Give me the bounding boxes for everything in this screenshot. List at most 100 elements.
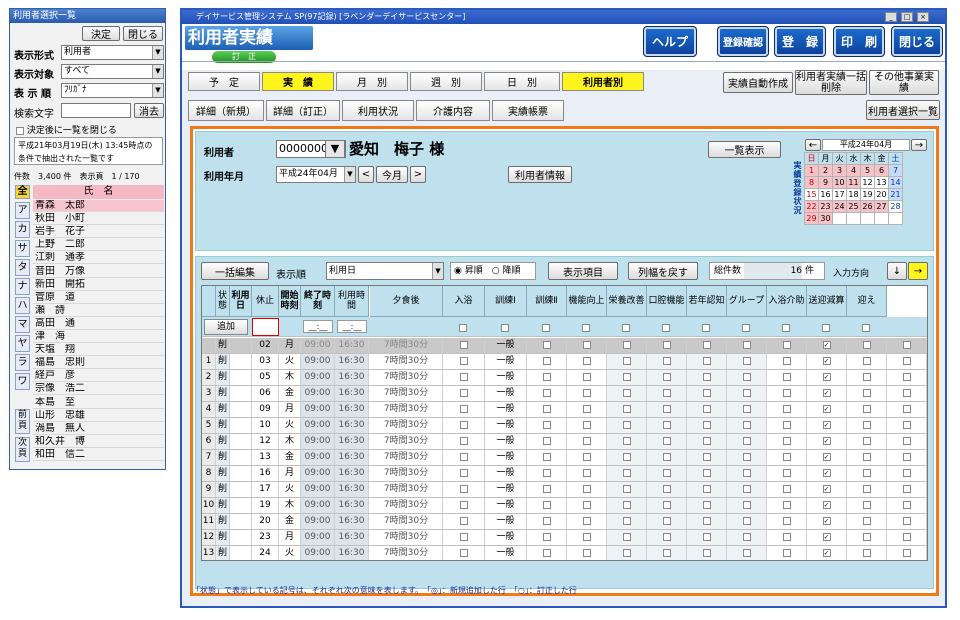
bath-select[interactable]: 一般	[485, 354, 527, 369]
checkbox[interactable]	[887, 338, 927, 353]
calendar-day[interactable]: 1	[804, 164, 819, 177]
checkbox[interactable]	[567, 386, 607, 401]
checkbox[interactable]	[887, 450, 927, 465]
calendar-day[interactable]: 15	[804, 188, 819, 201]
checkbox[interactable]	[647, 434, 687, 449]
checkbox[interactable]	[687, 338, 727, 353]
tab-primary[interactable]: 月 別	[336, 72, 408, 91]
kana-button[interactable]: ワ	[15, 373, 30, 390]
display-items-button[interactable]: 表示項目	[548, 262, 618, 280]
checkbox[interactable]: ✓	[807, 434, 847, 449]
bath-select[interactable]: 一般	[485, 418, 527, 433]
checkbox[interactable]	[767, 530, 807, 545]
table-row[interactable]: 13 削 24 火 09:00 16:30 7時間30分 一般 ✓	[202, 546, 927, 560]
checkbox[interactable]	[607, 466, 647, 481]
tab-secondary[interactable]: 利用状況	[342, 100, 414, 121]
checkbox[interactable]	[727, 450, 767, 465]
checkbox[interactable]	[687, 546, 727, 560]
checkbox[interactable]	[647, 498, 687, 513]
checkbox[interactable]	[527, 354, 567, 369]
checkbox[interactable]	[607, 482, 647, 497]
checkbox[interactable]	[527, 466, 567, 481]
calendar-day[interactable]: 7	[888, 164, 903, 177]
checkbox[interactable]	[527, 370, 567, 385]
this-month-button[interactable]: 今月	[376, 166, 408, 183]
next-page-button[interactable]: 次頁	[15, 437, 30, 462]
close-button[interactable]: 閉じる	[891, 26, 943, 57]
checkbox[interactable]	[567, 418, 607, 433]
checkbox[interactable]	[567, 530, 607, 545]
delete-button[interactable]: 削	[216, 402, 230, 417]
checkbox[interactable]	[607, 354, 647, 369]
tab-secondary[interactable]: 実績帳票	[492, 100, 564, 121]
checkbox[interactable]	[767, 434, 807, 449]
calendar-day[interactable]: 27	[874, 200, 889, 213]
checkbox[interactable]	[622, 323, 630, 334]
table-row[interactable]: 2 削 05 木 09:00 16:30 7時間30分 一般 ✓	[202, 370, 927, 386]
kana-button[interactable]: タ	[15, 259, 30, 276]
list-item[interactable]: 青森 太郎	[33, 200, 164, 212]
tab-primary[interactable]: 日 別	[484, 72, 560, 91]
checkbox[interactable]: ✓	[807, 530, 847, 545]
checkbox[interactable]	[443, 354, 485, 369]
list-item[interactable]: 和田 信二	[33, 449, 164, 461]
checkbox[interactable]	[847, 386, 887, 401]
checkbox[interactable]	[527, 386, 567, 401]
calendar-next-icon[interactable]: →	[911, 139, 927, 151]
time-input[interactable]: __:__	[303, 320, 333, 333]
ym-select[interactable]: 平成24年04月 ▼	[276, 166, 356, 183]
prev-page-button[interactable]: 前頁	[15, 409, 30, 434]
calendar-day[interactable]: 5	[860, 164, 875, 177]
checkbox[interactable]	[727, 370, 767, 385]
checkbox[interactable]	[443, 418, 485, 433]
tab-secondary[interactable]: 介護内容	[416, 100, 490, 121]
checkbox[interactable]	[647, 354, 687, 369]
tab-primary[interactable]: 予 定	[188, 72, 260, 91]
checkbox[interactable]	[767, 514, 807, 529]
checkbox[interactable]	[567, 482, 607, 497]
checkbox[interactable]: ✓	[807, 354, 847, 369]
calendar-day[interactable]	[832, 212, 847, 225]
calendar-day[interactable]	[860, 212, 875, 225]
minimize-icon[interactable]: _	[885, 12, 897, 22]
table-row[interactable]: 1 削 03 火 09:00 16:30 7時間30分 一般 ✓	[202, 354, 927, 370]
checkbox[interactable]	[742, 323, 750, 334]
tab-secondary[interactable]: 詳細（新規）	[188, 100, 264, 121]
user-info-button[interactable]: 利用者情報	[508, 166, 572, 183]
checkbox[interactable]	[687, 402, 727, 417]
checkbox[interactable]	[847, 354, 887, 369]
checkbox[interactable]	[767, 482, 807, 497]
checkbox[interactable]	[727, 338, 767, 353]
checkbox[interactable]	[607, 450, 647, 465]
checkbox[interactable]	[687, 514, 727, 529]
delete-button[interactable]: 削	[216, 434, 230, 449]
checkbox[interactable]	[647, 546, 687, 560]
calendar-day[interactable]: 23	[818, 200, 833, 213]
checkbox[interactable]	[687, 530, 727, 545]
checkbox[interactable]	[727, 546, 767, 560]
delete-button[interactable]: 削	[216, 418, 230, 433]
add-button[interactable]: 追加	[204, 319, 248, 335]
checkbox[interactable]	[567, 434, 607, 449]
checkbox[interactable]	[687, 466, 727, 481]
checkbox[interactable]	[782, 323, 790, 334]
checkbox[interactable]	[687, 434, 727, 449]
checkbox[interactable]	[822, 323, 830, 334]
checkbox[interactable]	[567, 338, 607, 353]
checkbox[interactable]	[607, 370, 647, 385]
checkbox[interactable]	[687, 482, 727, 497]
checkbox[interactable]	[527, 418, 567, 433]
list-item[interactable]: 菅原 道	[33, 292, 164, 304]
checkbox[interactable]	[607, 546, 647, 560]
list-item[interactable]: 山形 忠雄	[33, 410, 164, 422]
bath-select[interactable]: 一般	[485, 450, 527, 465]
other-business-button[interactable]: その他事業実績	[869, 70, 939, 95]
calendar-day[interactable]: 20	[874, 188, 889, 201]
bath-select[interactable]: 一般	[485, 386, 527, 401]
desc-radio[interactable]: 降順	[502, 266, 520, 276]
checkbox[interactable]	[443, 498, 485, 513]
checkbox[interactable]	[443, 450, 485, 465]
checkbox[interactable]	[847, 482, 887, 497]
kana-button[interactable]: カ	[15, 221, 30, 238]
checkbox[interactable]	[687, 354, 727, 369]
